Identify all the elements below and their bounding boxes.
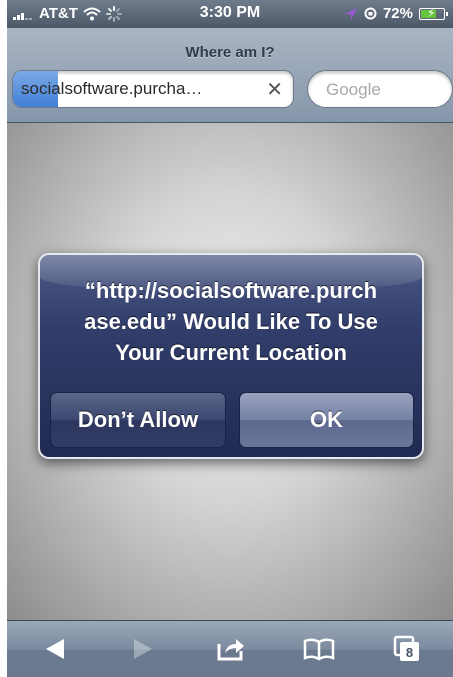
alert-message-line: “http://socialsoftware.purch [84,278,378,303]
back-arrow-icon [46,639,64,659]
alert-message-line: Your Current Location [115,340,347,365]
tabs-icon: 8 [393,635,419,661]
tab-count: 8 [406,645,413,660]
location-permission-alert: “http://socialsoftware.purch ase.edu” Wo… [38,253,424,459]
clear-x-icon[interactable]: ✕ [266,77,283,102]
share-button[interactable] [209,631,253,667]
location-arrow-icon [344,7,357,20]
page-title: Where am I? [185,44,275,61]
status-right: 72% ⚡ [344,5,448,22]
forward-button[interactable] [121,631,165,667]
tabs-button[interactable]: 8 [385,631,429,667]
lock-rotation-icon [364,7,377,20]
alert-message-line: ase.edu” Would Like To Use [84,309,378,334]
ok-button[interactable]: OK [239,392,414,448]
bookmarks-icon [303,638,335,661]
battery-percent: 72% [382,5,413,22]
browser-top-bar: Where am I? socialsoftware.purcha… ✕ Goo… [7,28,453,123]
browser-toolbar: 8 [7,620,453,677]
search-placeholder: Google [326,80,381,99]
url-field[interactable]: socialsoftware.purcha… ✕ [12,70,294,108]
phone-screen: AT&T 3:30 PM 72% ⚡ Where am I? socialsof… [7,0,453,677]
alert-message: “http://socialsoftware.purch ase.edu” Wo… [50,275,412,368]
back-button[interactable] [33,631,77,667]
share-icon [217,639,244,661]
battery-charging-icon: ⚡ [419,6,448,20]
dont-allow-button[interactable]: Don’t Allow [50,392,226,448]
url-text: socialsoftware.purcha… [21,79,203,98]
status-bar: AT&T 3:30 PM 72% ⚡ [7,0,453,28]
search-input[interactable]: Google [307,70,453,108]
forward-arrow-icon [134,639,152,659]
bookmarks-button[interactable] [297,631,341,667]
